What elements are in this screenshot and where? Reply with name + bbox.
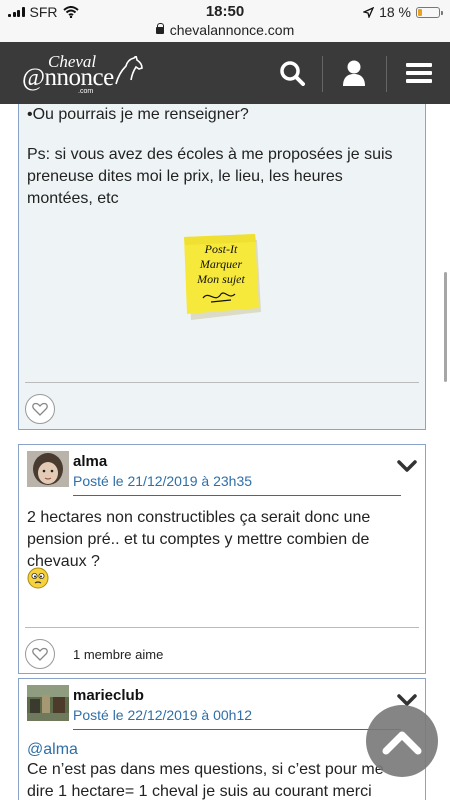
header-divider xyxy=(386,56,387,92)
header-divider xyxy=(322,56,323,92)
post-author[interactable]: marieclub xyxy=(73,687,144,704)
avatar[interactable] xyxy=(27,685,69,721)
avatar-photo xyxy=(27,685,69,721)
scrollbar[interactable] xyxy=(444,272,447,382)
post: marieclub Posté le 22/12/2019 à 00h12 @a… xyxy=(18,678,426,800)
post-date[interactable]: Posté le 22/12/2019 à 00h12 xyxy=(73,707,252,723)
post-it-line-3: Mon sujet xyxy=(196,272,245,286)
post-separator xyxy=(25,627,419,628)
battery-percent: 18 % xyxy=(379,4,411,20)
user-icon xyxy=(343,60,365,86)
logo-sub-text: .com xyxy=(78,88,94,95)
logo-main-text: @nnonce xyxy=(22,64,114,91)
heart-icon xyxy=(32,647,48,661)
post-it-line-2: Marquer xyxy=(199,257,243,271)
avatar-photo xyxy=(27,451,69,487)
like-button[interactable] xyxy=(25,639,55,669)
battery-level xyxy=(418,8,422,16)
post-it-image: Post-It Marquer Mon sujet xyxy=(181,234,265,331)
confused-face-icon xyxy=(27,567,49,589)
status-right: 18 % xyxy=(363,4,443,20)
topic-posts: •Ou pourrais je me renseigner? Ps: si vo… xyxy=(0,104,450,800)
post-body-line: •Ou pourrais je me renseigner? xyxy=(27,106,249,123)
chevron-down-icon[interactable] xyxy=(397,459,417,473)
location-arrow-icon xyxy=(363,6,375,18)
site-header: Cheval @nnonce .com xyxy=(0,42,450,104)
menu-button[interactable] xyxy=(389,42,449,104)
post-body: 2 hectares non constructibles ça serait … xyxy=(27,509,371,570)
like-button[interactable] xyxy=(25,394,55,424)
post: alma Posté le 21/12/2019 à 23h35 2 hecta… xyxy=(18,444,426,674)
address-bar[interactable]: chevalannonce.com xyxy=(0,22,450,42)
search-button[interactable] xyxy=(262,42,322,104)
post-it-line-1: Post-It xyxy=(204,242,238,256)
post-mention[interactable]: @alma xyxy=(19,739,78,761)
battery-icon xyxy=(416,6,443,18)
lock-icon xyxy=(155,23,165,34)
scroll-to-top-button[interactable] xyxy=(366,705,438,777)
post: •Ou pourrais je me renseigner? Ps: si vo… xyxy=(18,104,426,430)
search-icon xyxy=(280,61,305,86)
horse-icon xyxy=(115,56,143,85)
site-logo[interactable]: Cheval @nnonce .com xyxy=(22,50,143,96)
post-separator xyxy=(25,382,419,383)
heart-icon xyxy=(32,402,48,416)
like-count[interactable]: 1 membre aime xyxy=(73,647,163,662)
post-body-paragraph: Ps: si vous avez des écoles à me proposé… xyxy=(27,146,393,207)
date-underline xyxy=(73,495,401,496)
chevron-up-icon xyxy=(382,731,422,755)
account-button[interactable] xyxy=(324,42,384,104)
post-date[interactable]: Posté le 21/12/2019 à 23h35 xyxy=(73,473,252,489)
avatar[interactable] xyxy=(27,451,69,487)
date-underline xyxy=(73,729,401,730)
post-body: Ce n’est pas dans mes questions, si c’es… xyxy=(27,761,384,800)
hamburger-menu-icon xyxy=(406,63,432,83)
post-it-note-icon: Post-It Marquer Mon sujet xyxy=(184,234,261,320)
url-text: chevalannonce.com xyxy=(169,22,295,38)
status-bar: SFR 18:50 18 % xyxy=(0,0,450,22)
post-author[interactable]: alma xyxy=(73,453,107,470)
